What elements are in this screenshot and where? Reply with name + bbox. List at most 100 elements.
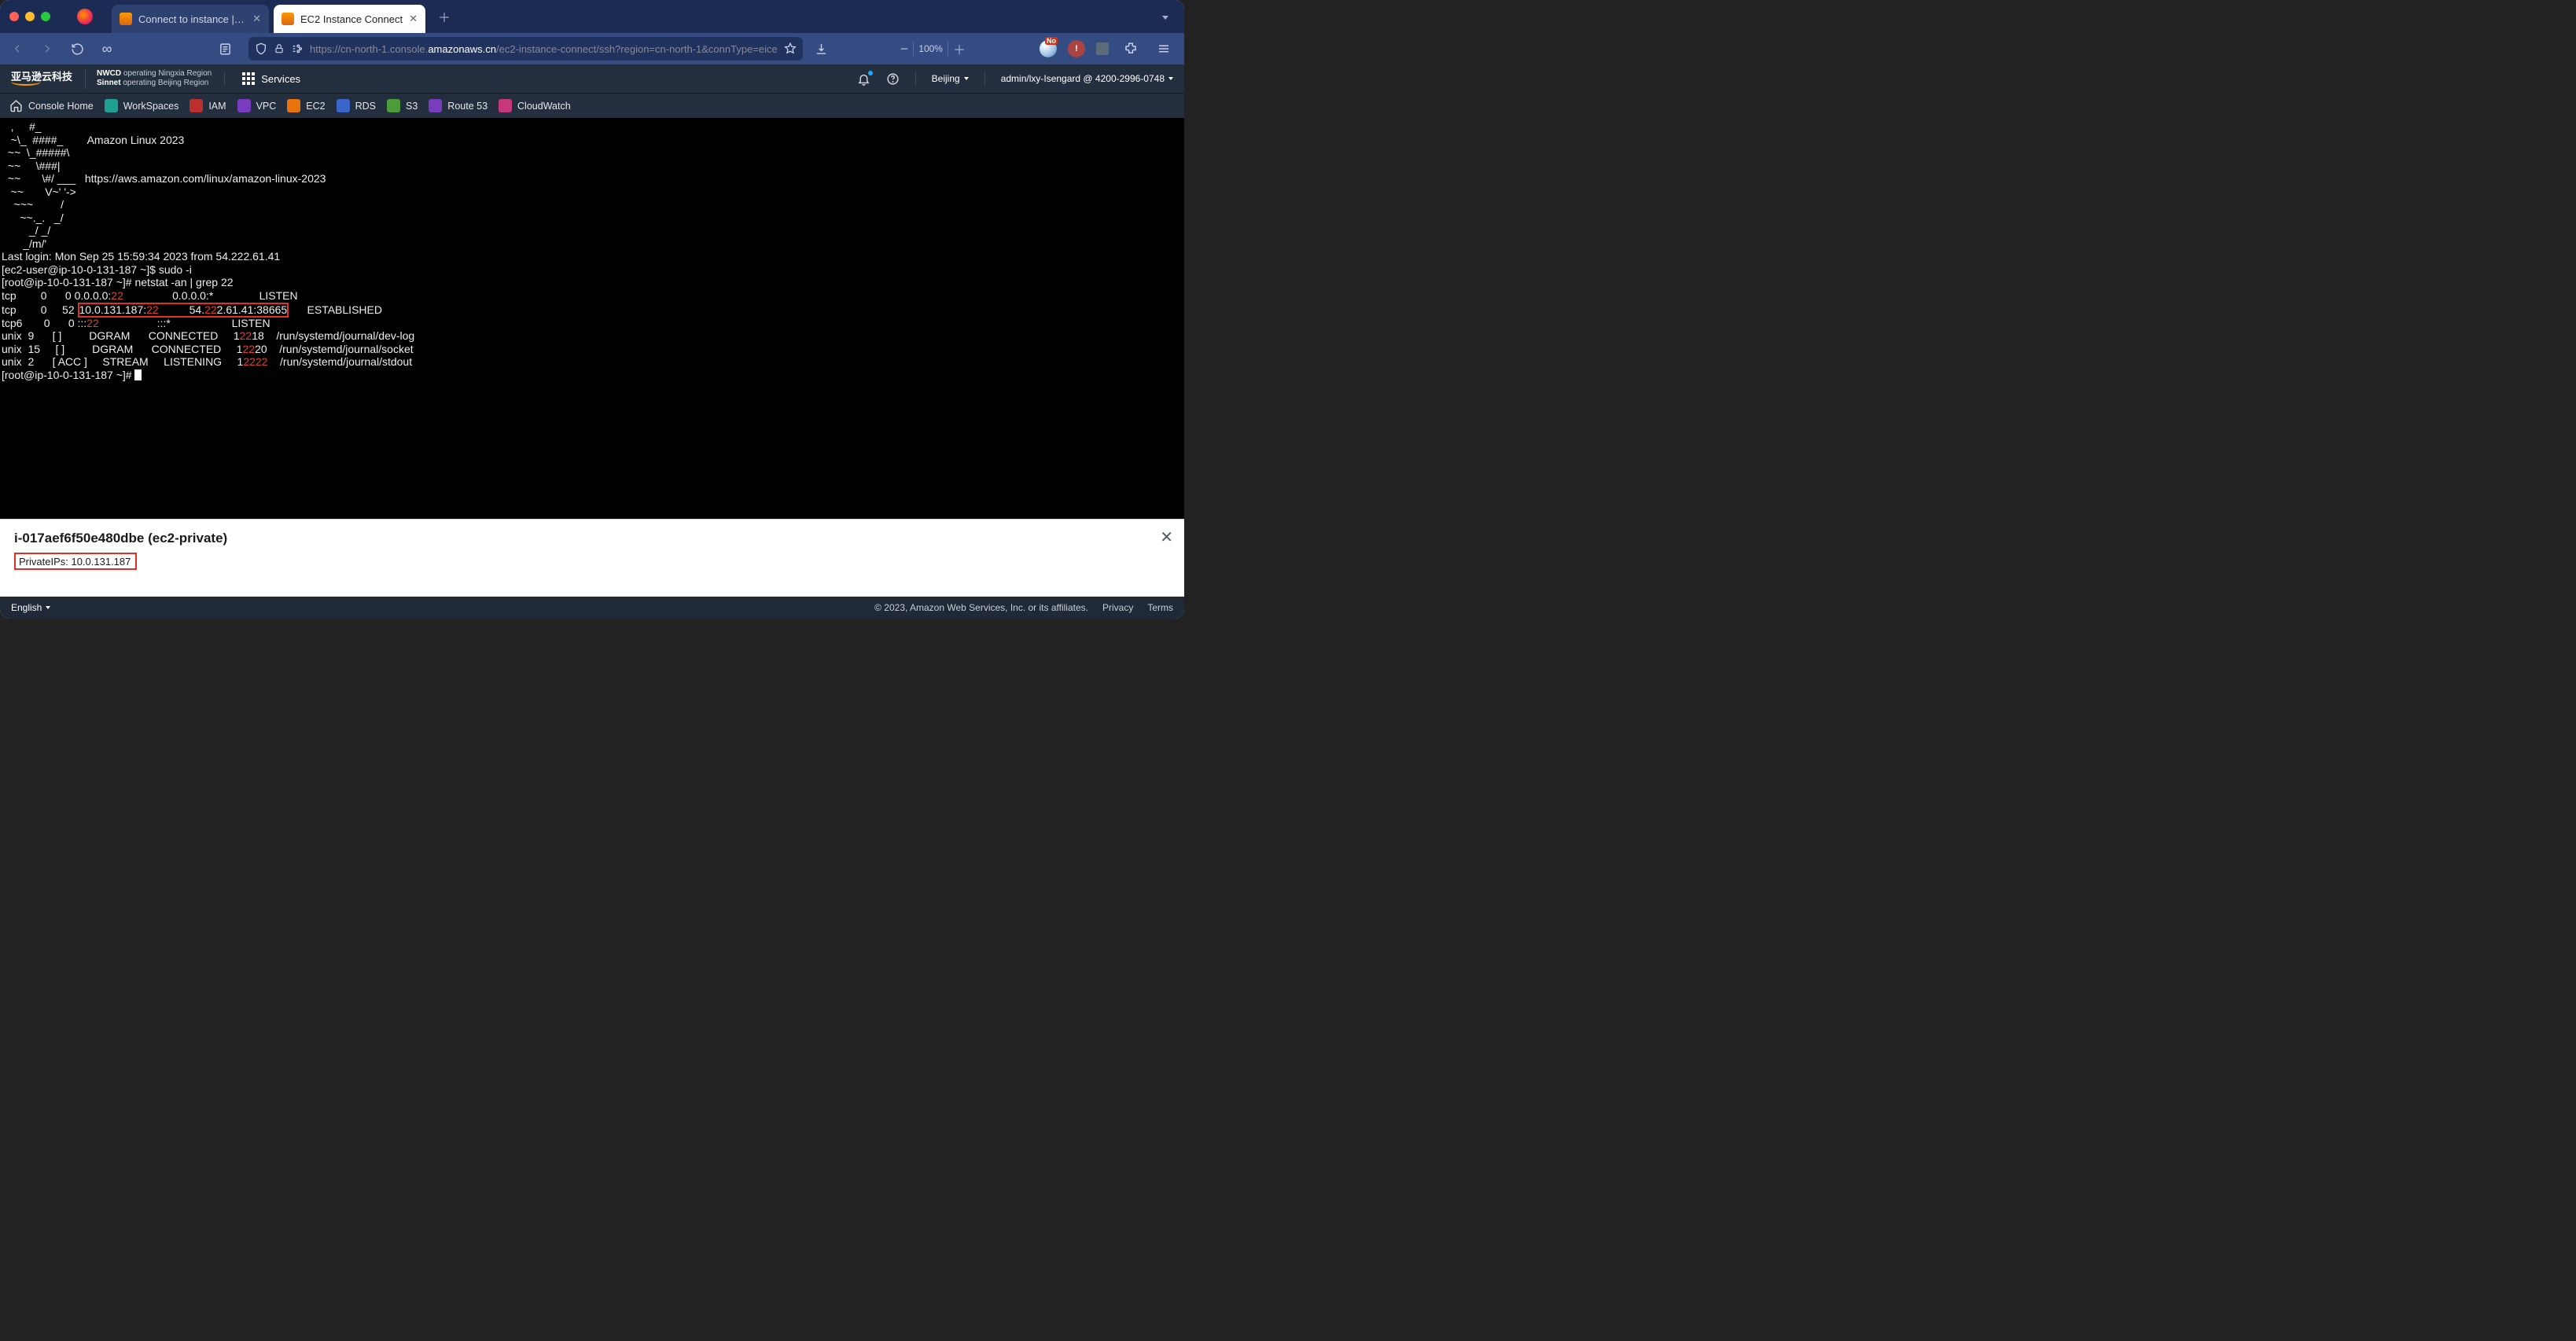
- copyright-text: © 2023, Amazon Web Services, Inc. or its…: [874, 602, 1088, 613]
- banner-url: https://aws.amazon.com/linux/amazon-linu…: [85, 172, 326, 185]
- netstat-line: :::* LISTEN: [99, 317, 270, 329]
- services-grid-icon: [242, 72, 255, 85]
- reload-button[interactable]: [66, 38, 88, 60]
- highlight-22: 22: [243, 343, 256, 355]
- close-window-button[interactable]: [9, 12, 19, 21]
- extension-icon-3[interactable]: [1096, 42, 1109, 55]
- forward-button[interactable]: [36, 38, 58, 60]
- back-button[interactable]: [6, 38, 28, 60]
- iam-icon: [190, 99, 203, 112]
- svc-cloudwatch[interactable]: CloudWatch: [499, 99, 571, 112]
- maximize-window-button[interactable]: [41, 12, 50, 21]
- prompt-line: [ec2-user@ip-10-0-131-187 ~]$ sudo -i: [2, 263, 192, 276]
- account-menu[interactable]: admin/lxy-Isengard @ 4200-2996-0748: [1001, 73, 1173, 84]
- app-menu-button[interactable]: [1153, 38, 1175, 60]
- netstat-line: /run/systemd/journal/stdout: [267, 355, 412, 368]
- extensions-button[interactable]: [1120, 38, 1142, 60]
- svc-vpc[interactable]: VPC: [237, 99, 277, 112]
- tabs-dropdown-icon[interactable]: [1154, 9, 1176, 24]
- tab-label: Connect to instance | EC2 | cn-n…: [138, 13, 246, 25]
- netstat-line: 0.0.0.0:* LISTEN: [123, 289, 298, 302]
- help-button[interactable]: [886, 72, 900, 86]
- netstat-line: unix 9 [ ] DGRAM CONNECTED 1: [2, 329, 240, 342]
- shield-icon: [255, 42, 267, 55]
- zoom-controls: − 100% ＋: [900, 39, 966, 58]
- highlight-22: 22: [240, 329, 252, 342]
- netstat-line: 20 /run/systemd/journal/socket: [255, 343, 414, 355]
- terminal-cursor: [134, 369, 142, 380]
- browser-tab-bar: Connect to instance | EC2 | cn-n… ✕ EC2 …: [0, 0, 1184, 33]
- ascii-art: , #_ ~\_ ####_: [2, 120, 87, 146]
- firefox-icon: [77, 9, 93, 24]
- netstat-line: tcp 0 52: [2, 303, 78, 316]
- aws-header: 亚马逊云科技 NWCD operating Ningxia Region Sin…: [0, 64, 1184, 93]
- extension-icon-1[interactable]: No: [1040, 40, 1057, 57]
- close-panel-button[interactable]: ✕: [1160, 527, 1173, 547]
- home-icon: [9, 99, 23, 112]
- close-tab-icon[interactable]: ✕: [409, 13, 418, 25]
- address-bar[interactable]: https://cn-north-1.console.amazonaws.cn/…: [248, 37, 803, 61]
- svc-s3[interactable]: S3: [387, 99, 418, 112]
- svc-workspaces[interactable]: WorkSpaces: [105, 99, 179, 112]
- aws-favicon-icon: [120, 13, 132, 25]
- last-login-line: Last login: Mon Sep 25 15:59:34 2023 fro…: [2, 250, 280, 263]
- route53-icon: [429, 99, 442, 112]
- chevron-down-icon: [1168, 77, 1173, 80]
- prompt-line: [root@ip-10-0-131-187 ~]# netstat -an | …: [2, 276, 234, 288]
- terms-link[interactable]: Terms: [1147, 602, 1173, 613]
- prompt-line: [root@ip-10-0-131-187 ~]#: [2, 369, 134, 381]
- services-menu[interactable]: Services: [242, 72, 300, 85]
- language-selector[interactable]: English: [11, 602, 50, 613]
- new-tab-button[interactable]: ＋: [430, 7, 458, 26]
- downloads-icon[interactable]: [811, 38, 833, 60]
- lock-icon: [274, 43, 285, 54]
- multi-account-icon[interactable]: ∞: [96, 38, 118, 60]
- netstat-line: ESTABLISHED: [289, 303, 382, 316]
- svc-route53[interactable]: Route 53: [429, 99, 488, 112]
- svc-rds[interactable]: RDS: [337, 99, 376, 112]
- extension-icon-2[interactable]: !: [1068, 40, 1085, 57]
- netstat-line: 18 /run/systemd/journal/dev-log: [252, 329, 414, 342]
- language-label: English: [11, 602, 42, 613]
- svc-console-home[interactable]: Console Home: [9, 99, 94, 112]
- notifications-button[interactable]: [857, 72, 870, 86]
- zoom-out-button[interactable]: −: [900, 41, 909, 57]
- highlight-2222: 2222: [243, 355, 267, 368]
- privacy-link[interactable]: Privacy: [1102, 602, 1133, 613]
- netstat-line: unix 15 [ ] DGRAM CONNECTED 1: [2, 343, 243, 355]
- bookmark-star-icon[interactable]: [784, 42, 797, 55]
- highlight-box: 10.0.131.187:22 54.222.61.41:38665: [78, 303, 289, 318]
- browser-toolbar: ∞ https://cn-north-1.console.amazonaws.c…: [0, 33, 1184, 64]
- instance-title: i-017aef6f50e480dbe (ec2-private): [14, 531, 1170, 546]
- aws-favicon-icon: [282, 13, 294, 25]
- s3-icon: [387, 99, 400, 112]
- svc-ec2[interactable]: EC2: [287, 99, 325, 112]
- chevron-down-icon: [46, 606, 50, 609]
- window-controls: [9, 12, 50, 21]
- svc-iam[interactable]: IAM: [190, 99, 226, 112]
- chevron-down-icon: [964, 77, 969, 80]
- region-selector[interactable]: Beijing: [932, 73, 969, 84]
- close-tab-icon[interactable]: ✕: [252, 13, 261, 25]
- notification-dot-icon: [868, 71, 873, 75]
- browser-tab-2-active[interactable]: EC2 Instance Connect ✕: [274, 5, 425, 33]
- ascii-art: ~~ \_#####\ ~~ \###| ~~ \#/ ___: [2, 146, 85, 185]
- help-icon: [886, 72, 900, 86]
- aws-china-logo[interactable]: 亚马逊云科技: [11, 72, 72, 86]
- instance-info-panel: i-017aef6f50e480dbe (ec2-private) Privat…: [0, 519, 1184, 597]
- minimize-window-button[interactable]: [25, 12, 35, 21]
- url-text: https://cn-north-1.console.amazonaws.cn/…: [310, 43, 778, 55]
- zoom-in-button[interactable]: ＋: [953, 39, 966, 58]
- reader-view-icon[interactable]: [214, 38, 236, 60]
- aws-service-bar: Console Home WorkSpaces IAM VPC EC2 RDS …: [0, 93, 1184, 118]
- netstat-line: unix 2 [ ACC ] STREAM LISTENING 1: [2, 355, 243, 368]
- highlight-22: 22: [111, 289, 123, 302]
- netstat-line: tcp6 0 0 :::: [2, 317, 86, 329]
- vpc-icon: [237, 99, 251, 112]
- cloudwatch-icon: [499, 99, 512, 112]
- terminal-output[interactable]: , #_ ~\_ ####_ Amazon Linux 2023 ~~ \_##…: [0, 118, 1184, 519]
- browser-tab-1[interactable]: Connect to instance | EC2 | cn-n… ✕: [112, 5, 269, 33]
- zoom-level: 100%: [918, 43, 943, 54]
- banner-title: Amazon Linux 2023: [87, 134, 185, 146]
- extension-badge: No: [1045, 37, 1058, 45]
